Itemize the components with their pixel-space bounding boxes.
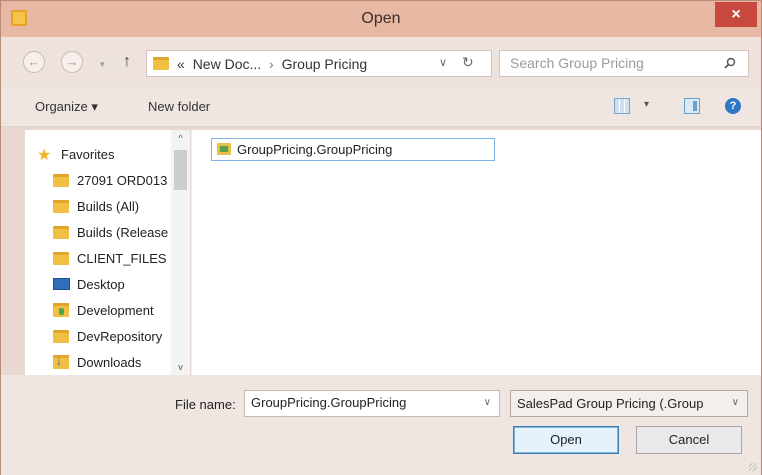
chevron-down-icon[interactable]: ∨ — [484, 397, 491, 408]
address-bar[interactable]: « New Doc... › Group Pricing ∨ ↻ — [146, 50, 492, 77]
change-view-icon[interactable] — [614, 98, 630, 114]
breadcrumb: « New Doc... › Group Pricing — [177, 56, 367, 72]
file-name-combobox[interactable]: ∨ — [244, 390, 500, 417]
breadcrumb-item-new-documents[interactable]: New Doc... — [193, 56, 261, 72]
sidebar-item-label: DevRepository — [77, 329, 163, 344]
sidebar-item-builds-all[interactable]: Builds (All) — [25, 194, 171, 218]
file-type-value: SalesPad Group Pricing (.Group — [517, 396, 704, 411]
sidebar-item-downloads[interactable]: Downloads — [25, 350, 171, 374]
sidebar-item-label: Favorites — [61, 147, 115, 162]
sidebar-item-27091-ord013[interactable]: 27091 ORD013 — [25, 168, 171, 192]
title-bar[interactable]: Open × — [1, 1, 761, 37]
sidebar-item-label: Desktop — [77, 277, 125, 292]
sidebar-item-desktop[interactable]: Desktop — [25, 272, 171, 296]
file-type-select[interactable]: SalesPad Group Pricing (.Group ∨ — [510, 390, 748, 417]
folder-icon — [153, 57, 169, 70]
breadcrumb-separator: › — [269, 56, 274, 72]
scroll-down-icon[interactable]: v — [171, 359, 190, 375]
navigation-pane: ★ Favorites 27091 ORD013 Builds (All) Bu… — [25, 130, 190, 375]
file-name-label: File name: — [175, 397, 236, 412]
sidebar-item-devrepository[interactable]: DevRepository — [25, 324, 171, 348]
up-arrow-icon[interactable]: ↑ — [123, 53, 131, 71]
navigation-bar: ← → ▾ ↑ « New Doc... › Group Pricing ∨ ↻ — [1, 37, 761, 87]
open-dialog: Open × ← → ▾ ↑ « New Doc... › Group Pric… — [0, 0, 762, 475]
sidebar-item-label: Downloads — [77, 355, 142, 370]
desktop-icon — [53, 278, 70, 290]
sidebar-item-builds-release[interactable]: Builds (Release — [25, 220, 171, 244]
folder-icon — [53, 330, 69, 343]
downloads-icon — [53, 354, 69, 369]
sidebar-item-label: 27091 ORD013 — [77, 173, 168, 188]
development-folder-icon — [53, 303, 69, 317]
file-item[interactable]: GroupPricing.GroupPricing — [211, 138, 495, 161]
resize-grip[interactable] — [749, 463, 757, 471]
breadcrumb-overflow[interactable]: « — [177, 56, 185, 72]
search-input[interactable] — [510, 55, 710, 71]
preview-pane-icon[interactable] — [684, 98, 700, 114]
folder-icon — [53, 252, 69, 265]
breadcrumb-item-group-pricing[interactable]: Group Pricing — [282, 56, 368, 72]
back-button[interactable]: ← — [23, 51, 45, 73]
sidebar-item-label: CLIENT_FILES — [77, 251, 167, 266]
open-button[interactable]: Open — [513, 426, 619, 454]
dialog-footer: File name: ∨ SalesPad Group Pricing (.Gr… — [1, 375, 761, 475]
organize-button[interactable]: Organize ▾ — [35, 99, 98, 115]
address-dropdown-icon[interactable]: ∨ — [439, 56, 447, 69]
forward-button[interactable]: → — [61, 51, 83, 73]
sidebar-item-favorites[interactable]: ★ Favorites — [25, 142, 171, 166]
command-toolbar: Organize ▾ New folder ▾ ? — [1, 87, 761, 127]
sidebar-item-label: Builds (Release — [77, 225, 169, 240]
sidebar-item-development[interactable]: Development — [25, 298, 171, 322]
view-options-dropdown-icon[interactable]: ▾ — [644, 99, 649, 110]
file-icon — [217, 143, 231, 155]
folder-icon — [53, 200, 69, 213]
sidebar-item-label: Development — [77, 303, 154, 318]
new-folder-button[interactable]: New folder — [148, 99, 210, 114]
window-title: Open — [361, 10, 401, 27]
search-box[interactable] — [499, 50, 749, 77]
close-button[interactable]: × — [715, 2, 757, 27]
scroll-thumb[interactable] — [174, 150, 187, 190]
folder-icon — [53, 226, 69, 239]
help-icon[interactable]: ? — [725, 98, 741, 114]
chevron-down-icon[interactable]: ∨ — [732, 397, 739, 408]
file-name-input[interactable] — [251, 395, 471, 410]
refresh-icon[interactable]: ↻ — [462, 54, 474, 71]
scroll-up-icon[interactable]: ^ — [171, 130, 190, 146]
file-name: GroupPricing.GroupPricing — [237, 142, 393, 157]
sidebar-item-label: Builds (All) — [77, 199, 140, 214]
file-list: GroupPricing.GroupPricing — [191, 130, 761, 375]
navigation-pane-scrollbar[interactable]: ^ v — [171, 130, 190, 375]
star-icon: ★ — [37, 147, 52, 164]
folder-icon — [53, 174, 69, 187]
cancel-button[interactable]: Cancel — [636, 426, 742, 454]
search-icon[interactable] — [724, 57, 736, 69]
sidebar-item-client-files[interactable]: CLIENT_FILES — [25, 246, 171, 270]
recent-locations-dropdown-icon[interactable]: ▾ — [100, 59, 108, 70]
